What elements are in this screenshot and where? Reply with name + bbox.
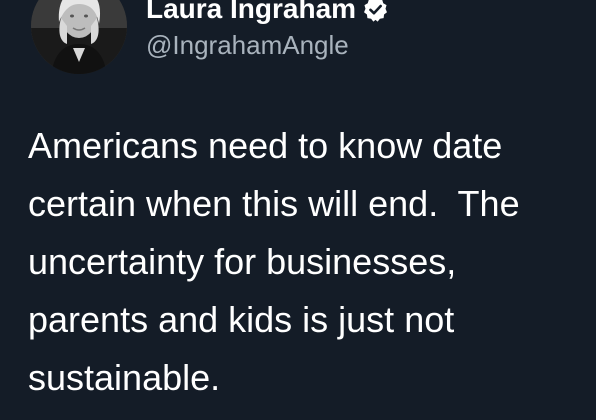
tweet-text-line: sustainable.: [28, 357, 221, 398]
profile-photo-icon: [31, 0, 127, 74]
tweet-text-line: parents and kids is just not: [28, 299, 455, 340]
avatar[interactable]: [31, 0, 127, 74]
tweet-text-line: Americans need to know date: [28, 125, 503, 166]
tweet-text-line: certain when this will end. The: [28, 183, 520, 224]
tweet-text: Americans need to know date certain when…: [28, 117, 588, 407]
author-handle[interactable]: @IngrahamAngle: [146, 28, 349, 62]
display-name-text: Laura Ingraham: [146, 0, 357, 24]
author-display-name[interactable]: Laura Ingraham: [146, 0, 389, 26]
tweet-text-line: uncertainty for businesses,: [28, 241, 457, 282]
verified-badge-icon: [362, 0, 389, 23]
tweet-card: Laura Ingraham @IngrahamAngle Americans …: [0, 0, 596, 420]
